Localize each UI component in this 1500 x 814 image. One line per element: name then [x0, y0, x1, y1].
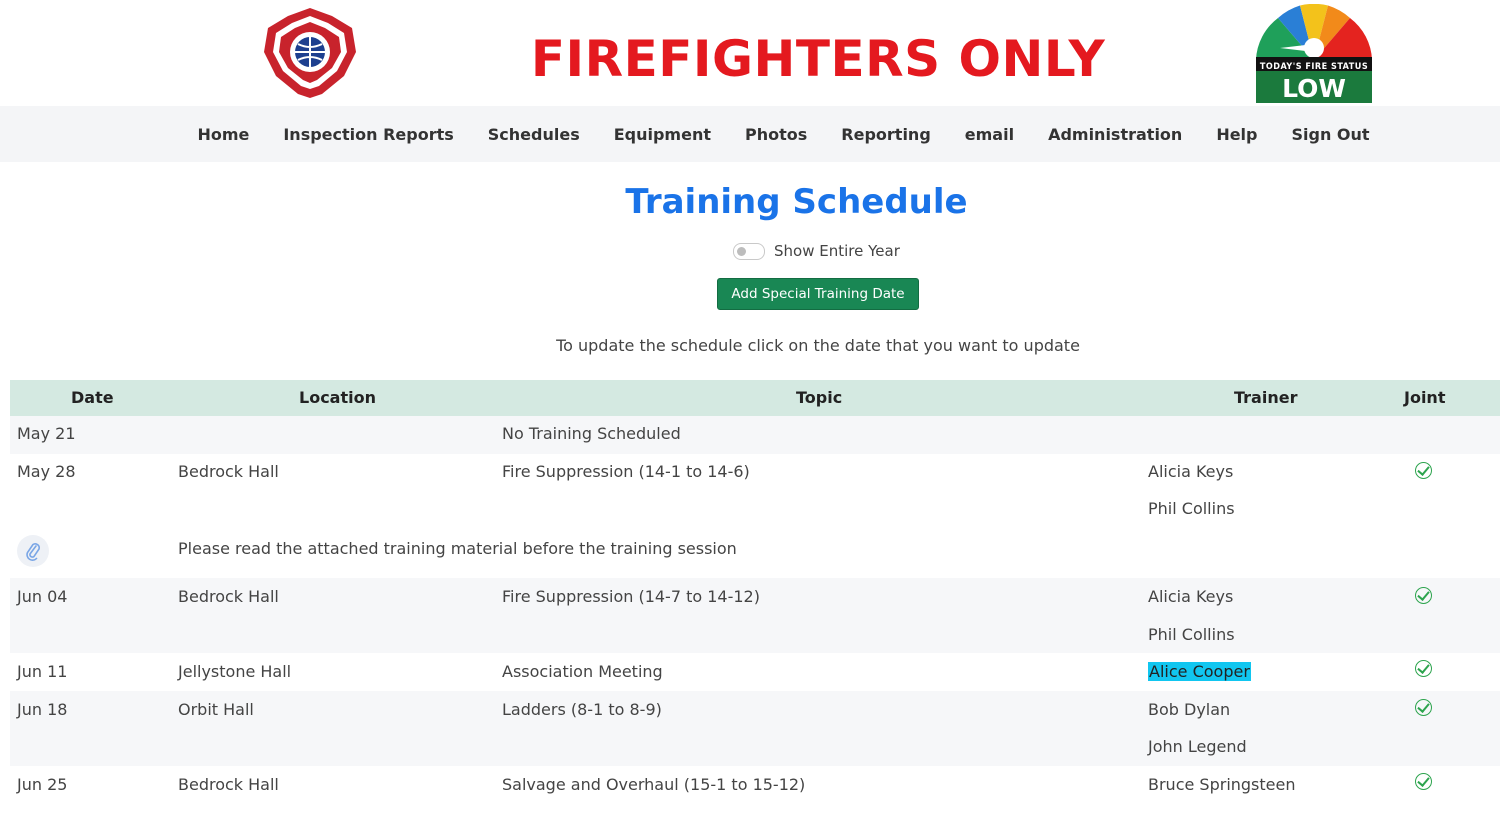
row-trainer: Alicia Keys [1148, 587, 1234, 606]
row-topic: No Training Scheduled [502, 424, 681, 443]
joint-check-icon [1415, 587, 1432, 604]
row-topic: Association Meeting [502, 662, 663, 681]
row-trainer: Phil Collins [1148, 499, 1235, 518]
nav-item-help[interactable]: Help [1199, 125, 1274, 144]
paperclip-attachment-icon[interactable] [17, 535, 49, 567]
table-row: Jun 11 Jellystone Hall Association Meeti… [10, 653, 1500, 691]
nav-item-administration[interactable]: Administration [1031, 125, 1199, 144]
add-special-training-date-button[interactable]: Add Special Training Date [717, 278, 919, 310]
row-trainer: Bob Dylan [1148, 700, 1231, 719]
row-trainer: Alicia Keys [1148, 462, 1234, 481]
main-nav: Home Inspection Reports Schedules Equipm… [0, 106, 1500, 162]
nav-item-reporting[interactable]: Reporting [824, 125, 947, 144]
column-header-date: Date [71, 388, 114, 407]
training-note-text: Please read the attached training materi… [178, 539, 737, 558]
row-trainer: Alice Cooper [1148, 662, 1251, 681]
row-date[interactable]: May 21 [17, 424, 76, 443]
toggle-knob [737, 246, 746, 256]
nav-item-inspection-reports[interactable]: Inspection Reports [266, 125, 470, 144]
row-date[interactable]: Jun 11 [17, 662, 67, 681]
show-entire-year-label: Show Entire Year [774, 242, 900, 260]
joint-check-icon [1415, 773, 1432, 790]
column-header-topic: Topic [796, 388, 843, 407]
row-trainer: Phil Collins [1148, 625, 1235, 644]
update-instructions: To update the schedule click on the date… [556, 336, 1080, 355]
table-row: Jun 04 Bedrock Hall Fire Suppression (14… [10, 578, 1500, 653]
fire-status-label: TODAY'S FIRE STATUS [1259, 62, 1369, 72]
row-date[interactable]: May 28 [17, 462, 76, 481]
nav-item-home[interactable]: Home [180, 125, 266, 144]
joint-check-icon [1415, 462, 1432, 479]
nav-item-schedules[interactable]: Schedules [471, 125, 597, 144]
nav-item-photos[interactable]: Photos [728, 125, 824, 144]
row-topic: Salvage and Overhaul (15-1 to 15-12) [502, 775, 806, 794]
row-date[interactable]: Jun 18 [17, 700, 67, 719]
column-header-joint: Joint [1404, 388, 1446, 407]
table-row: May 28 Bedrock Hall Fire Suppression (14… [10, 454, 1500, 529]
row-date[interactable]: Jun 25 [17, 775, 67, 794]
page-title: Training Schedule [625, 182, 968, 222]
row-topic: Fire Suppression (14-7 to 14-12) [502, 587, 760, 606]
row-location: Bedrock Hall [178, 775, 279, 794]
show-entire-year-toggle[interactable] [733, 242, 765, 260]
nav-item-equipment[interactable]: Equipment [597, 125, 728, 144]
nav-item-sign-out[interactable]: Sign Out [1275, 125, 1387, 144]
joint-check-icon [1415, 660, 1432, 677]
table-row: Jun 25 Bedrock Hall Salvage and Overhaul… [10, 766, 1500, 804]
table-row: May 21 No Training Scheduled [10, 416, 1500, 454]
table-row: Jun 18 Orbit Hall Ladders (8-1 to 8-9) B… [10, 691, 1500, 766]
fire-status-value: LOW [1282, 74, 1346, 103]
training-note-row: Please read the attached training materi… [10, 529, 1500, 578]
fire-status-gauge: TODAY'S FIRE STATUS LOW [1256, 3, 1372, 103]
row-location: Jellystone Hall [178, 662, 292, 681]
row-location: Orbit Hall [178, 700, 254, 719]
training-schedule-table: Date Location Topic Trainer Joint May 21… [10, 380, 1500, 804]
row-date[interactable]: Jun 04 [17, 587, 67, 606]
show-entire-year-row: Show Entire Year [733, 240, 900, 262]
joint-check-icon [1415, 699, 1432, 716]
table-header-row: Date Location Topic Trainer Joint [10, 380, 1500, 416]
nav-item-email[interactable]: email [948, 125, 1031, 144]
row-location: Bedrock Hall [178, 462, 279, 481]
row-topic: Ladders (8-1 to 8-9) [502, 700, 662, 719]
row-topic: Fire Suppression (14-1 to 14-6) [502, 462, 750, 481]
row-trainer: Bruce Springsteen [1148, 775, 1296, 794]
site-header: FIREFIGHTERS ONLY TODAY'S FIRE STATUS LO… [0, 0, 1500, 106]
column-header-trainer: Trainer [1234, 388, 1298, 407]
column-header-location: Location [299, 388, 376, 407]
row-trainer: John Legend [1148, 737, 1247, 756]
row-location: Bedrock Hall [178, 587, 279, 606]
